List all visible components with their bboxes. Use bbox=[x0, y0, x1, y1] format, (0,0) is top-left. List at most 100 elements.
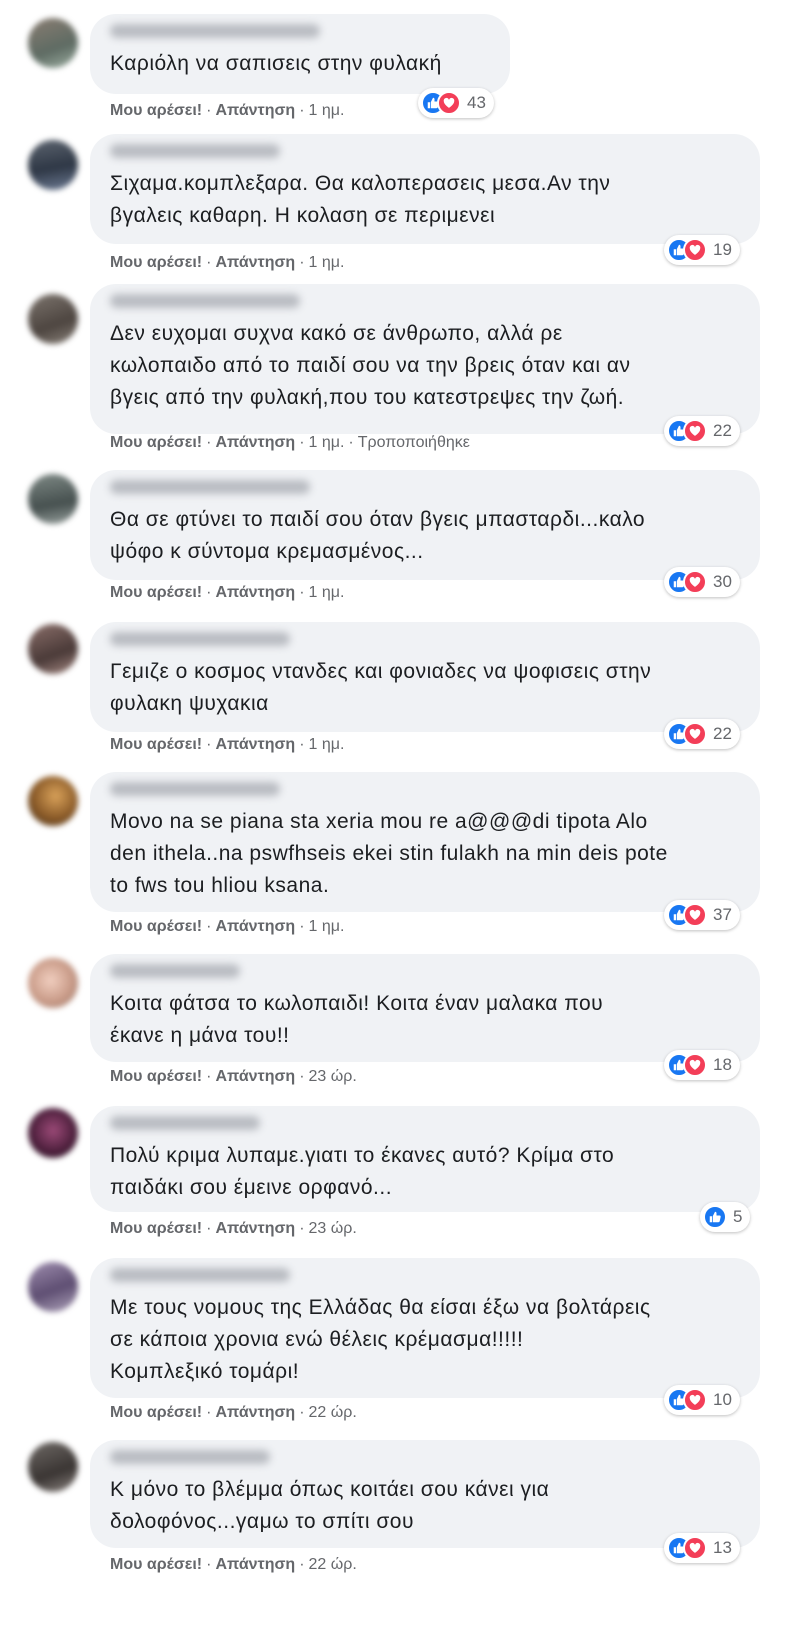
separator: · bbox=[348, 434, 354, 451]
comment-text: Σιχαμα.κομπλεξαρα. Θα καλοπερασεις μεσα.… bbox=[110, 172, 611, 227]
comment-actions: Μου αρέσει! · Απάντηση · 22 ώρ. bbox=[110, 1556, 357, 1574]
comment-bubble: Κοιτα φάτσα το κωλοπαιδι! Κοιτα έναν μαλ… bbox=[90, 954, 760, 1062]
separator: · bbox=[206, 102, 212, 119]
love-icon bbox=[437, 91, 461, 115]
avatar[interactable] bbox=[28, 624, 78, 674]
separator: · bbox=[299, 434, 305, 451]
like-button[interactable]: Μου αρέσει! bbox=[110, 1068, 202, 1085]
like-button[interactable]: Μου αρέσει! bbox=[110, 918, 202, 935]
timestamp[interactable]: 1 ημ. bbox=[309, 254, 345, 271]
author-name[interactable] bbox=[110, 144, 280, 158]
avatar[interactable] bbox=[28, 18, 78, 68]
reply-button[interactable]: Απάντηση bbox=[215, 1220, 295, 1237]
love-icon bbox=[683, 903, 707, 927]
love-icon bbox=[683, 419, 707, 443]
timestamp[interactable]: 22 ώρ. bbox=[309, 1556, 357, 1573]
reaction-summary[interactable]: 22 bbox=[664, 416, 740, 446]
comment-actions: Μου αρέσει! · Απάντηση · 1 ημ. bbox=[110, 102, 344, 120]
reaction-summary[interactable]: 5 bbox=[700, 1202, 751, 1232]
avatar[interactable] bbox=[28, 474, 78, 524]
reaction-count: 13 bbox=[713, 1538, 732, 1557]
like-button[interactable]: Μου αρέσει! bbox=[110, 584, 202, 601]
avatar[interactable] bbox=[28, 958, 78, 1008]
comment-bubble: Καριόλη να σαπισεις στην φυλακή bbox=[90, 14, 510, 94]
separator: · bbox=[299, 1556, 305, 1573]
avatar[interactable] bbox=[28, 1108, 78, 1158]
author-name[interactable] bbox=[110, 294, 300, 308]
avatar[interactable] bbox=[28, 140, 78, 190]
comment-bubble: Κ μόνο το βλέμμα όπως κοιτάει σου κάνει … bbox=[90, 1440, 760, 1548]
timestamp[interactable]: 1 ημ. bbox=[309, 102, 345, 119]
avatar[interactable] bbox=[28, 1442, 78, 1492]
like-button[interactable]: Μου αρέσει! bbox=[110, 1404, 202, 1421]
comment-text: Με τους νομους της Ελλάδας θα είσαι έξω … bbox=[110, 1296, 651, 1383]
comment-bubble: Πολύ κριμα λυπαμε.γιατι το έκανες αυτό? … bbox=[90, 1106, 760, 1212]
author-name[interactable] bbox=[110, 964, 240, 978]
separator: · bbox=[299, 1068, 305, 1085]
reaction-summary[interactable]: 37 bbox=[664, 900, 740, 930]
author-name[interactable] bbox=[110, 1450, 270, 1464]
comment-actions: Μου αρέσει! · Απάντηση · 23 ώρ. bbox=[110, 1068, 357, 1086]
author-name[interactable] bbox=[110, 632, 290, 646]
reply-button[interactable]: Απάντηση bbox=[215, 584, 295, 601]
comment-bubble: Σιχαμα.κομπλεξαρα. Θα καλοπερασεις μεσα.… bbox=[90, 134, 760, 244]
comment-text: Θα σε φτύνει το παιδί σου όταν βγεις μπα… bbox=[110, 508, 646, 563]
reaction-count: 22 bbox=[713, 421, 732, 440]
like-button[interactable]: Μου αρέσει! bbox=[110, 1220, 202, 1237]
reaction-count: 18 bbox=[713, 1055, 732, 1074]
reply-button[interactable]: Απάντηση bbox=[215, 102, 295, 119]
like-button[interactable]: Μου αρέσει! bbox=[110, 254, 202, 271]
reaction-summary[interactable]: 13 bbox=[664, 1533, 740, 1563]
reaction-summary[interactable]: 19 bbox=[664, 235, 740, 265]
author-name[interactable] bbox=[110, 1268, 290, 1282]
timestamp[interactable]: 1 ημ. bbox=[309, 434, 345, 451]
reply-button[interactable]: Απάντηση bbox=[215, 1068, 295, 1085]
author-name[interactable] bbox=[110, 782, 280, 796]
separator: · bbox=[299, 584, 305, 601]
separator: · bbox=[206, 254, 212, 271]
comment-text: Δεν ευχομαι συχνα κακό σε άνθρωπο, αλλά … bbox=[110, 322, 631, 409]
comment-bubble: Μονο na se piana sta xeria mou re a@@@di… bbox=[90, 772, 760, 912]
timestamp[interactable]: 1 ημ. bbox=[309, 584, 345, 601]
timestamp[interactable]: 1 ημ. bbox=[309, 918, 345, 935]
reply-button[interactable]: Απάντηση bbox=[215, 254, 295, 271]
separator: · bbox=[299, 254, 305, 271]
like-button[interactable]: Μου αρέσει! bbox=[110, 102, 202, 119]
author-name[interactable] bbox=[110, 480, 310, 494]
edited-label[interactable]: Τροποποιήθηκε bbox=[358, 434, 470, 451]
comment-text: Μονο na se piana sta xeria mou re a@@@di… bbox=[110, 810, 668, 897]
like-button[interactable]: Μου αρέσει! bbox=[110, 1556, 202, 1573]
reply-button[interactable]: Απάντηση bbox=[215, 736, 295, 753]
reaction-summary[interactable]: 22 bbox=[664, 719, 740, 749]
reaction-summary[interactable]: 43 bbox=[418, 88, 494, 118]
comment-text: Κ μόνο το βλέμμα όπως κοιτάει σου κάνει … bbox=[110, 1478, 550, 1533]
love-icon bbox=[683, 570, 707, 594]
author-name[interactable] bbox=[110, 24, 320, 38]
reply-button[interactable]: Απάντηση bbox=[215, 918, 295, 935]
reply-button[interactable]: Απάντηση bbox=[215, 434, 295, 451]
timestamp[interactable]: 22 ώρ. bbox=[309, 1404, 357, 1421]
like-button[interactable]: Μου αρέσει! bbox=[110, 736, 202, 753]
avatar[interactable] bbox=[28, 294, 78, 344]
separator: · bbox=[206, 434, 212, 451]
reaction-summary[interactable]: 10 bbox=[664, 1385, 740, 1415]
reaction-count: 37 bbox=[713, 905, 732, 924]
reaction-count: 43 bbox=[467, 93, 486, 112]
separator: · bbox=[299, 736, 305, 753]
separator: · bbox=[299, 918, 305, 935]
author-name[interactable] bbox=[110, 1116, 260, 1130]
reaction-summary[interactable]: 30 bbox=[664, 567, 740, 597]
comment-text: Καριόλη να σαπισεις στην φυλακή bbox=[110, 52, 442, 75]
timestamp[interactable]: 1 ημ. bbox=[309, 736, 345, 753]
reaction-count: 19 bbox=[713, 240, 732, 259]
reply-button[interactable]: Απάντηση bbox=[215, 1404, 295, 1421]
reply-button[interactable]: Απάντηση bbox=[215, 1556, 295, 1573]
timestamp[interactable]: 23 ώρ. bbox=[309, 1068, 357, 1085]
avatar[interactable] bbox=[28, 776, 78, 826]
comment-bubble: Δεν ευχομαι συχνα κακό σε άνθρωπο, αλλά … bbox=[90, 284, 760, 434]
avatar[interactable] bbox=[28, 1262, 78, 1312]
timestamp[interactable]: 23 ώρ. bbox=[309, 1220, 357, 1237]
love-icon bbox=[683, 1053, 707, 1077]
like-button[interactable]: Μου αρέσει! bbox=[110, 434, 202, 451]
reaction-summary[interactable]: 18 bbox=[664, 1050, 740, 1080]
